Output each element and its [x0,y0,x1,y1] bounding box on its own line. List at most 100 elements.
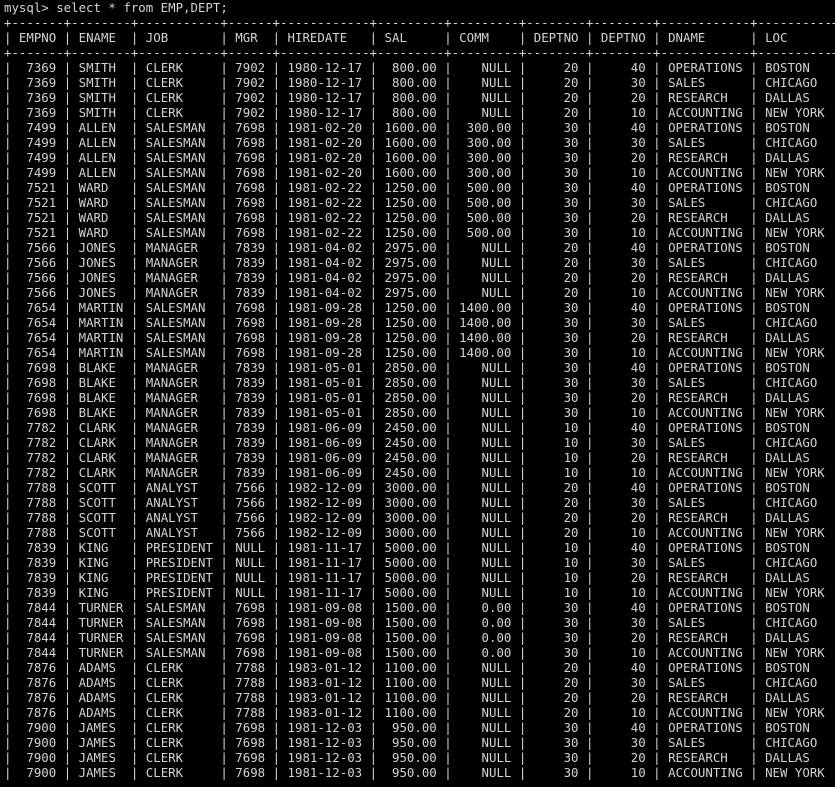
table-cell: 20 [526,525,586,540]
table-cell: 30 [593,555,654,570]
table-cell: CLARK [71,435,131,450]
table-cell: NEW YORK [757,465,833,480]
table-cell: 7566 [11,285,64,300]
table-cell: 2975.00 [377,270,445,285]
table-cell: MARTIN [71,315,131,330]
table-cell: 7698 [227,180,273,195]
table-cell: 7900 [11,735,64,750]
table-cell: 7521 [11,225,64,240]
table-cell: RESEARCH [660,510,751,525]
table-cell: KING [71,540,131,555]
table-cell: 300.00 [451,150,519,165]
table-cell: NULL [451,750,519,765]
table-cell: 1600.00 [377,120,445,135]
table-cell: MANAGER [138,465,221,480]
table-cell: SMITH [71,60,131,75]
table-cell: 7566 [227,480,273,495]
table-cell: 1500.00 [377,630,445,645]
table-cell: 7876 [11,690,64,705]
table-row: | 7900 | JAMES | CLERK | 7698 | 1981-12-… [4,735,835,750]
table-cell: 1981-09-28 [280,300,370,315]
table-cell: 10 [593,225,654,240]
table-cell: ACCOUNTING [660,405,751,420]
table-cell: 2850.00 [377,405,445,420]
table-cell: JAMES [71,720,131,735]
terminal-window[interactable]: mysql> select * from EMP,DEPT; +-------+… [0,0,835,787]
table-cell: 20 [526,510,586,525]
table-row: | 7566 | JONES | MANAGER | 7839 | 1981-0… [4,270,835,285]
table-cell: BOSTON [757,60,833,75]
table-cell: 1981-09-08 [280,630,370,645]
table-cell: 30 [526,390,586,405]
table-cell: 1100.00 [377,660,445,675]
table-row: | 7698 | BLAKE | MANAGER | 7839 | 1981-0… [4,405,835,420]
table-cell: CLERK [138,90,221,105]
table-cell: ANALYST [138,510,221,525]
table-cell: 3000.00 [377,510,445,525]
table-cell: 1981-02-22 [280,180,370,195]
table-cell: 30 [593,315,654,330]
table-cell: 30 [593,495,654,510]
table-cell: RESEARCH [660,570,751,585]
table-cell: 2975.00 [377,240,445,255]
table-cell: MARTIN [71,300,131,315]
table-cell: 1981-05-01 [280,390,370,405]
table-cell: NULL [451,735,519,750]
table-cell: 1981-02-20 [280,120,370,135]
table-row: | 7788 | SCOTT | ANALYST | 7566 | 1982-1… [4,510,835,525]
table-cell: SCOTT [71,495,131,510]
table-cell: 20 [526,75,586,90]
table-cell: CHICAGO [757,375,833,390]
table-cell: 20 [593,510,654,525]
table-cell: 7788 [227,675,273,690]
table-cell: MANAGER [138,240,221,255]
table-cell: SALES [660,435,751,450]
table-row: | 7782 | CLARK | MANAGER | 7839 | 1981-0… [4,465,835,480]
column-header: MGR [227,30,273,45]
table-cell: 7698 [227,135,273,150]
table-cell: NEW YORK [757,405,833,420]
table-cell: CHICAGO [757,735,833,750]
table-cell: ANALYST [138,525,221,540]
table-cell: SALES [660,735,751,750]
table-cell: RESEARCH [660,750,751,765]
table-cell: BOSTON [757,120,833,135]
table-cell: 10 [593,285,654,300]
table-cell: 7900 [11,720,64,735]
table-cell: 7499 [11,165,64,180]
table-cell: ADAMS [71,705,131,720]
table-cell: OPERATIONS [660,120,751,135]
table-cell: 7698 [227,600,273,615]
table-row: | 7369 | SMITH | CLERK | 7902 | 1980-12-… [4,60,835,75]
table-cell: 10 [593,465,654,480]
table-cell: JONES [71,240,131,255]
table-cell: 1981-09-28 [280,315,370,330]
table-cell: SALES [660,315,751,330]
table-cell: 1100.00 [377,690,445,705]
table-cell: SALESMAN [138,645,221,660]
table-cell: 800.00 [377,90,445,105]
table-cell: WARD [71,195,131,210]
table-cell: DALLAS [757,90,833,105]
table-cell: 7698 [227,120,273,135]
table-cell: 10 [593,405,654,420]
table-cell: 1981-04-02 [280,270,370,285]
table-cell: 20 [526,90,586,105]
table-cell: 7839 [227,435,273,450]
table-cell: 500.00 [451,180,519,195]
table-cell: 7499 [11,120,64,135]
table-cell: 30 [593,375,654,390]
table-cell: JAMES [71,735,131,750]
table-cell: CHICAGO [757,435,833,450]
table-cell: 1100.00 [377,705,445,720]
table-cell: 7839 [227,390,273,405]
table-cell: CHICAGO [757,315,833,330]
table-cell: 3000.00 [377,495,445,510]
table-cell: 7876 [11,675,64,690]
table-row: | 7499 | ALLEN | SALESMAN | 7698 | 1981-… [4,165,835,180]
table-cell: 7698 [227,630,273,645]
table-cell: OPERATIONS [660,600,751,615]
table-cell: DALLAS [757,210,833,225]
table-cell: 7839 [227,465,273,480]
table-cell: SALES [660,75,751,90]
